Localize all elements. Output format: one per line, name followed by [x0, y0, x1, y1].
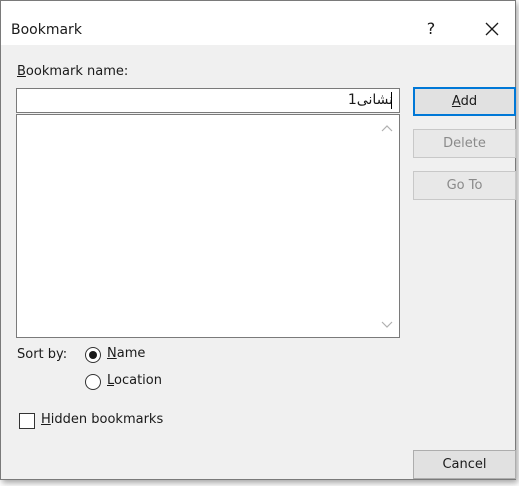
help-button[interactable]: ?	[419, 17, 443, 41]
bookmark-name-label: Bookmark name:	[17, 64, 128, 79]
sort-name-radio[interactable]	[85, 347, 101, 363]
title-bar[interactable]: Bookmark ?	[1, 1, 515, 45]
sort-by-label: Sort by:	[17, 347, 68, 362]
hidden-bookmarks-accel: H	[41, 412, 51, 427]
close-button[interactable]	[477, 15, 507, 43]
scroll-down-arrow-icon[interactable]	[381, 319, 393, 329]
hidden-bookmarks-label: Hidden bookmarks	[41, 412, 163, 427]
sort-name-text: ame	[116, 346, 146, 361]
sort-location-text: ocation	[114, 373, 162, 388]
cancel-button[interactable]: Cancel	[413, 450, 516, 479]
close-icon	[485, 22, 499, 36]
bookmark-name-label-text: ookmark name:	[25, 64, 129, 79]
bookmark-dialog: Bookmark ? Bookmark name: نشانی1 Add Del…	[0, 0, 516, 480]
bookmark-name-input[interactable]: نشانی1	[16, 88, 400, 113]
scroll-up-arrow-icon[interactable]	[381, 124, 393, 134]
go-to-button[interactable]: Go To	[413, 171, 516, 200]
radio-selected-dot	[89, 351, 97, 359]
hidden-bookmarks-checkbox[interactable]	[19, 413, 35, 429]
window-title: Bookmark	[11, 22, 82, 38]
sort-location-label: Location	[107, 373, 162, 388]
bookmark-list[interactable]	[16, 114, 400, 338]
sort-name-label: Name	[107, 346, 145, 361]
sort-location-accel: L	[107, 373, 115, 388]
add-button-text: dd	[460, 94, 478, 109]
add-button-accel: A	[451, 94, 461, 109]
delete-button[interactable]: Delete	[413, 129, 516, 158]
add-button[interactable]: Add	[413, 87, 516, 116]
text-cursor	[391, 92, 392, 109]
sort-location-radio[interactable]	[85, 374, 101, 390]
sort-name-accel: N	[107, 346, 117, 361]
bookmark-name-label-accel: B	[17, 64, 26, 79]
hidden-bookmarks-text: idden bookmarks	[50, 412, 164, 427]
